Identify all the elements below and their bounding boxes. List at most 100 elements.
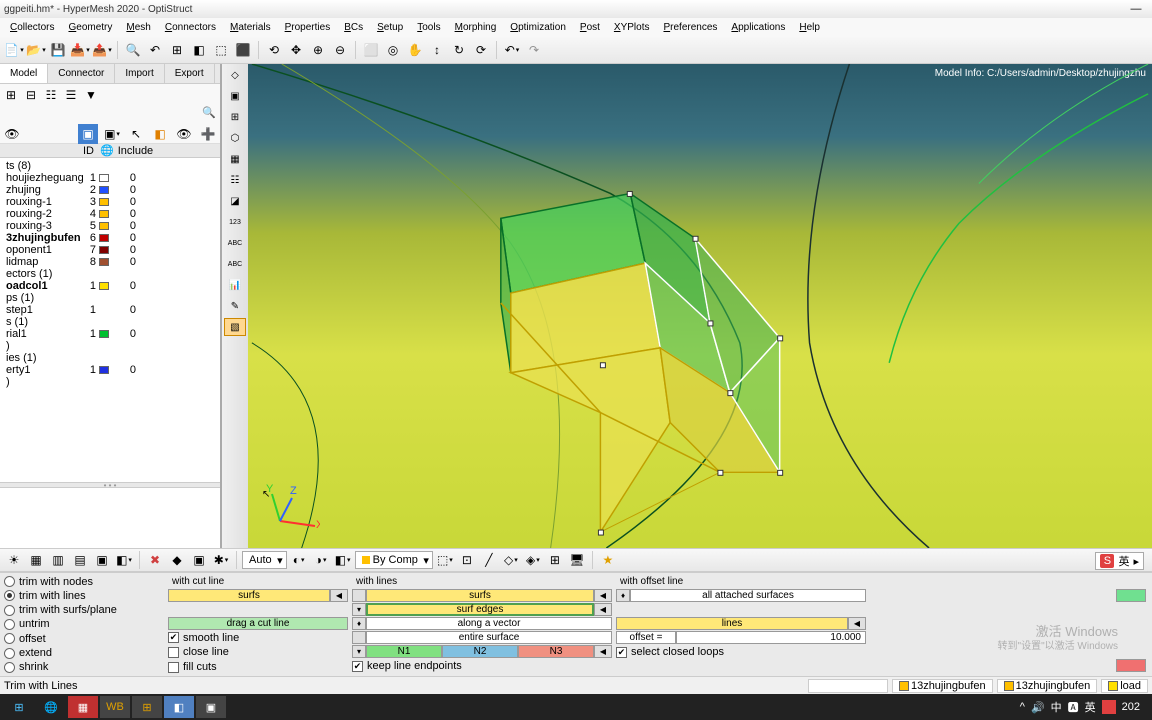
tab-export[interactable]: Export <box>165 64 215 83</box>
attached-switch[interactable]: ♦ <box>616 589 630 602</box>
wire2-icon[interactable]: ⊡ <box>457 550 477 570</box>
filter-icon[interactable]: ▼ <box>82 86 100 104</box>
task-app3[interactable]: ⊞ <box>132 696 162 718</box>
menu-morphing[interactable]: Morphing <box>449 20 503 35</box>
d2-icon[interactable]: ▦ <box>26 550 46 570</box>
tray-lang1[interactable]: 中 <box>1051 699 1062 715</box>
surfs-selector[interactable]: surfs <box>168 589 330 602</box>
center-button[interactable]: ◎ <box>383 40 403 60</box>
arrow-button[interactable]: ↕ <box>427 40 447 60</box>
ime-lang[interactable]: 英 <box>1118 553 1129 569</box>
tree-row[interactable]: s (1) <box>2 316 218 328</box>
mode-radio-trim-with-lines[interactable]: trim with lines <box>4 589 164 602</box>
mesh-icon[interactable]: ⊞ <box>224 108 246 126</box>
start-button[interactable]: ⊞ <box>4 696 34 718</box>
tree-row[interactable]: lidmap80 <box>2 256 218 268</box>
tree-row[interactable]: ) <box>2 376 218 388</box>
menu-optimization[interactable]: Optimization <box>504 20 572 35</box>
n-switch[interactable]: ▾ <box>352 645 366 658</box>
mode-radio-untrim[interactable]: untrim <box>4 618 164 631</box>
radio-icon[interactable] <box>4 605 15 616</box>
solid-icon[interactable]: ▣ <box>224 87 246 105</box>
star-icon[interactable]: ★ <box>598 550 618 570</box>
surfedges-switch[interactable]: ▾ <box>352 603 366 616</box>
close-line-check[interactable] <box>168 647 179 658</box>
surfs2-selector[interactable]: surfs <box>366 589 594 602</box>
collapse-icon[interactable]: ⊟ <box>22 86 40 104</box>
task-app5[interactable]: ▣ <box>196 696 226 718</box>
columns-icon[interactable]: ☷ <box>42 86 60 104</box>
view2-button[interactable]: ⬛ <box>233 40 253 60</box>
auto-dropdown[interactable]: Auto▾ <box>242 551 287 569</box>
surfs2-switch[interactable] <box>352 589 366 602</box>
tree-row[interactable]: ps (1) <box>2 292 218 304</box>
zoom-out-button[interactable]: ⊖ <box>330 40 350 60</box>
action-button-2[interactable] <box>1116 659 1146 672</box>
undo2-button[interactable]: ↶▾ <box>502 40 522 60</box>
undo-button[interactable]: ↶ <box>145 40 165 60</box>
shade2-icon[interactable]: ◑▾ <box>311 550 331 570</box>
expand-icon[interactable]: ⊞ <box>2 86 20 104</box>
menu-bcs[interactable]: BCs <box>338 20 369 35</box>
surfedges-reset[interactable]: ◀ <box>594 603 612 616</box>
mode-radio-shrink[interactable]: shrink <box>4 661 164 674</box>
geom-icon[interactable]: ◇ <box>224 66 246 84</box>
add-icon[interactable]: ➕ <box>198 124 218 144</box>
tree-row[interactable]: zhujing20 <box>2 184 218 196</box>
tray-1[interactable]: 🔊 <box>1031 701 1045 714</box>
n2-button[interactable]: N2 <box>442 645 518 658</box>
radio-icon[interactable] <box>4 619 15 630</box>
chart-icon[interactable]: 📊 <box>224 276 246 294</box>
minimize-button[interactable]: — <box>1128 3 1144 15</box>
mode-radio-offset[interactable]: offset <box>4 632 164 645</box>
n1-button[interactable]: N1 <box>366 645 442 658</box>
elem-icon[interactable]: ▦ <box>224 150 246 168</box>
refresh-button[interactable]: ↻ <box>449 40 469 60</box>
lines-reset[interactable]: ◀ <box>848 617 866 630</box>
new-button[interactable]: 📄▾ <box>4 40 24 60</box>
zoom-window-button[interactable]: 🔍 <box>123 40 143 60</box>
n-reset[interactable]: ◀ <box>594 645 612 658</box>
tree-area[interactable]: ts (8)houjiezheguangzhao10zhujing20rouxi… <box>0 158 220 482</box>
wire1-icon[interactable]: ⬚▾ <box>435 550 455 570</box>
tab-model[interactable]: Model <box>0 64 48 83</box>
vector-switch[interactable]: ♦ <box>352 617 366 630</box>
rotate-button[interactable]: ⟲ <box>264 40 284 60</box>
menu-setup[interactable]: Setup <box>371 20 409 35</box>
radio-icon[interactable] <box>4 662 15 673</box>
menu-help[interactable]: Help <box>793 20 826 35</box>
cube-icon[interactable]: ◪ <box>224 192 246 210</box>
pencil-icon[interactable]: ✎ <box>224 297 246 315</box>
menu-tools[interactable]: Tools <box>411 20 446 35</box>
d3-icon[interactable]: ▥ <box>48 550 68 570</box>
tab-connector[interactable]: Connector <box>48 64 115 83</box>
pointer-icon[interactable]: ↖ <box>126 124 146 144</box>
tree-row[interactable]: 3zhujingbufen60 <box>2 232 218 244</box>
shade3-icon[interactable]: ◧▾ <box>333 550 353 570</box>
all-attached-field[interactable]: all attached surfaces <box>630 589 866 602</box>
task-app2[interactable]: WB <box>100 696 130 718</box>
n3-button[interactable]: N3 <box>518 645 594 658</box>
filter2-icon[interactable]: ▣▾ <box>102 124 122 144</box>
tree-row[interactable]: houjiezheguangzhao10 <box>2 172 218 184</box>
surface-switch[interactable] <box>352 631 366 644</box>
persp-icon[interactable]: ◇▾ <box>501 550 521 570</box>
open-button[interactable]: 📂▾ <box>26 40 46 60</box>
abc1-icon[interactable]: ☷ <box>224 171 246 189</box>
tree-row[interactable]: ies (1) <box>2 352 218 364</box>
menu-applications[interactable]: Applications <box>725 20 791 35</box>
import-button[interactable]: 📥▾ <box>70 40 90 60</box>
task-edge[interactable]: 🌐 <box>36 696 66 718</box>
lines-selector[interactable]: lines <box>616 617 848 630</box>
mode-radio-trim-with-surfs/plane[interactable]: trim with surfs/plane <box>4 604 164 617</box>
shade1-icon[interactable]: ◐▾ <box>289 550 309 570</box>
keep-endpoints-check[interactable]: ✔ <box>352 661 363 672</box>
closed-loops-check[interactable]: ✔ <box>616 647 627 658</box>
menu-geometry[interactable]: Geometry <box>62 20 118 35</box>
color-icon[interactable]: ◧ <box>150 124 170 144</box>
export-button[interactable]: 📤▾ <box>92 40 112 60</box>
tray-up-icon[interactable]: ^ <box>1020 701 1025 713</box>
offset-value[interactable]: 10.000 <box>676 631 866 644</box>
fit-button[interactable]: ⬜ <box>361 40 381 60</box>
view1-button[interactable]: ⬚ <box>211 40 231 60</box>
